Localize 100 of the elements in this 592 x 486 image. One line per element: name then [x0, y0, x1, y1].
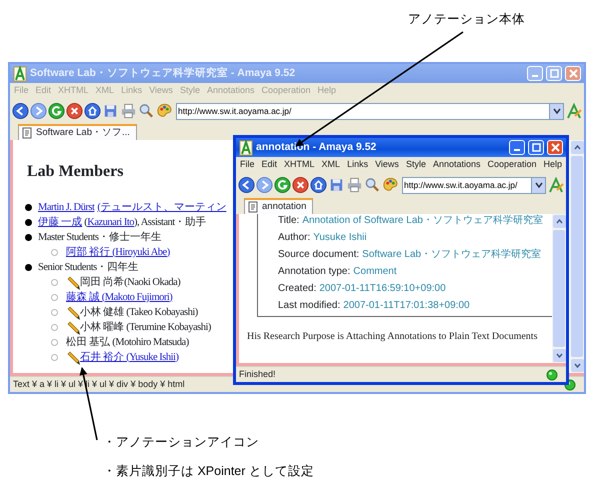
menu-item[interactable]: Edit	[262, 158, 278, 172]
list-text: 岡田 尚希(Naoki Okada)	[80, 275, 180, 290]
close-icon	[568, 69, 578, 78]
menu-item[interactable]: Style	[406, 158, 426, 172]
list-text: 小林 曜峰 (Terumine Kobayashi)	[80, 320, 211, 335]
bullet-icon	[25, 219, 32, 226]
close-icon	[550, 143, 560, 152]
tab[interactable]: Software Lab・ソフ...	[18, 124, 137, 140]
home-button[interactable]	[310, 176, 327, 194]
pencil-icon[interactable]	[66, 320, 80, 334]
callout-label: ・アノテーションアイコン	[103, 434, 259, 451]
pencil-icon[interactable]	[66, 276, 80, 290]
forward-button[interactable]	[256, 176, 273, 194]
edit-mode-icon	[566, 103, 582, 119]
search-button[interactable]	[138, 102, 155, 120]
field-value: Software Lab・ソフトウェア科学研究室	[362, 248, 542, 262]
scroll-up-icon[interactable]	[556, 219, 562, 224]
field-value: 2007-01-11T16:59:10+09:00	[319, 282, 446, 296]
field-label: Source document:	[278, 248, 360, 262]
maximize-icon	[532, 143, 540, 152]
menu-item[interactable]: Help	[544, 158, 562, 172]
window-title: annotation - Amaya 9.52	[256, 140, 378, 155]
dropdown-button[interactable]	[532, 176, 546, 194]
back-button[interactable]	[12, 102, 29, 120]
stop-icon	[66, 102, 83, 120]
link[interactable]: 伊藤 一成	[38, 214, 82, 230]
stop-button[interactable]	[292, 176, 309, 194]
print-button[interactable]	[346, 176, 363, 194]
callout-label: ・素片識別子は XPointer として設定	[103, 463, 314, 480]
list-text: 松田 基弘 (Motohiro Matsuda)	[66, 335, 189, 350]
scrollbar[interactable]	[570, 140, 584, 373]
field-label: Last modified:	[278, 299, 340, 313]
address-field[interactable]: http://www.sw.it.aoyama.ac.jp/	[176, 102, 550, 120]
menu-item[interactable]: Annotations	[432, 158, 480, 172]
circle-bullet-icon	[51, 324, 58, 331]
reload-button[interactable]	[48, 102, 65, 120]
palette-icon	[156, 102, 173, 120]
field-value: Annotation of Software Lab・ソフトウェア科学研究室	[302, 214, 543, 228]
print-icon	[346, 176, 363, 194]
home-icon	[310, 176, 327, 194]
edit-mode-icon	[548, 177, 564, 193]
print-button[interactable]	[120, 102, 137, 120]
pencil-icon[interactable]	[66, 306, 80, 320]
tab[interactable]: annotation	[244, 198, 314, 214]
window-title: Software Lab・ソフトウェア科学研究室 - Amaya 9.52	[30, 66, 296, 81]
back-button[interactable]	[238, 176, 255, 194]
link[interactable]: Martin J. Dürst	[38, 200, 94, 216]
search-icon	[364, 176, 381, 194]
link[interactable]: 阿部 裕行 (Hiroyuki Abe)	[66, 244, 170, 260]
bullet-icon	[25, 204, 32, 211]
page-heading: Lab Members	[27, 162, 124, 182]
forward-button[interactable]	[30, 102, 47, 120]
status-light-icon	[546, 368, 558, 380]
menu-item[interactable]: Views	[375, 158, 399, 172]
dropdown-button[interactable]	[550, 102, 564, 120]
palette-icon	[382, 176, 399, 194]
reload-button[interactable]	[274, 176, 291, 194]
circle-bullet-icon	[51, 249, 58, 256]
scrollbar[interactable]	[552, 214, 566, 363]
maximize-icon	[550, 69, 558, 78]
app-icon	[13, 66, 27, 82]
back-icon	[12, 102, 29, 120]
forward-icon	[30, 102, 47, 120]
scroll-down-icon[interactable]	[574, 363, 580, 368]
circle-bullet-icon	[51, 354, 58, 361]
circle-bullet-icon	[51, 294, 58, 301]
circle-bullet-icon	[51, 279, 58, 286]
pencil-icon[interactable]	[66, 350, 80, 364]
list-text: Senior Students・四年生	[38, 260, 139, 275]
field-label: Title:	[278, 214, 300, 228]
link[interactable]: Kazunari Ito	[87, 214, 134, 230]
search-button[interactable]	[364, 176, 381, 194]
scroll-up-icon[interactable]	[574, 145, 580, 150]
circle-bullet-icon	[51, 309, 58, 316]
link[interactable]: (テュールスト、マーティン	[97, 200, 226, 216]
link[interactable]: 藤森 誠 (Makoto Fujimori)	[66, 290, 172, 306]
reload-icon	[48, 102, 65, 120]
stop-button[interactable]	[66, 102, 83, 120]
link[interactable]: 石井 裕介 (Yusuke Ishii)	[80, 350, 178, 366]
field-label: Created:	[278, 282, 316, 296]
close-button[interactable]	[547, 140, 563, 155]
list-text: (	[83, 216, 88, 230]
back-icon	[238, 176, 255, 194]
field-value: Yusuke Ishii	[313, 231, 367, 245]
address-field[interactable]: http://www.sw.it.aoyama.ac.jp/	[402, 176, 532, 194]
menu-item[interactable]: Cooperation	[488, 158, 537, 172]
bullet-icon	[25, 234, 32, 241]
home-button[interactable]	[84, 102, 101, 120]
field-value: 2007-01-11T17:01:38+09:00	[343, 299, 470, 313]
list-text: 小林 健雄 (Takeo Kobayashi)	[80, 305, 198, 320]
menu-item[interactable]: XML	[322, 158, 340, 172]
caret-icon	[552, 108, 560, 114]
scroll-down-icon[interactable]	[556, 353, 562, 358]
home-icon	[84, 102, 101, 120]
field-value: Comment	[353, 265, 397, 279]
menu-item[interactable]: Links	[347, 158, 368, 172]
menu-item[interactable]: File	[240, 158, 255, 172]
maximize-button[interactable]	[528, 140, 544, 155]
minimize-button[interactable]	[509, 140, 525, 155]
menu-item[interactable]: XHTML	[284, 158, 315, 172]
